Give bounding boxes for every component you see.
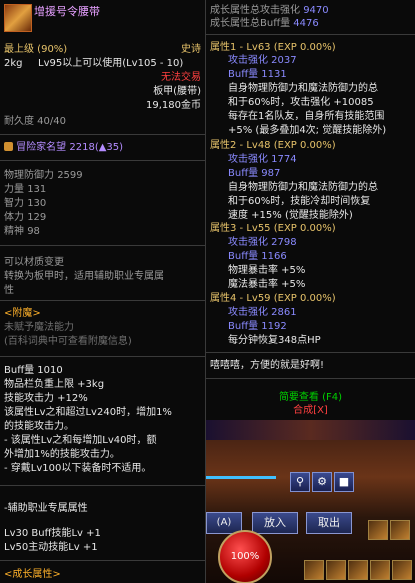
- attr-buff: Buff量 1131: [228, 69, 287, 80]
- stat-row: 体力 129: [4, 212, 47, 223]
- stat-row: 物理防御力 2599: [4, 170, 83, 181]
- enchant-line: 未赋予魔法能力: [4, 322, 74, 333]
- stat-row: 精神 98: [4, 226, 40, 237]
- enchant-title: <附魔>: [4, 308, 41, 319]
- skill-slot[interactable]: [390, 520, 410, 540]
- stat-row: 力量 131: [4, 184, 47, 195]
- brief-view-link[interactable]: 简要查看 (F4): [210, 391, 411, 404]
- attr-attack: 攻击强化 2037: [228, 55, 297, 66]
- fame-icon: [4, 142, 13, 151]
- attr-desc: 每分钟恢复348点HP: [228, 335, 321, 346]
- fame-value: 2218(▲35): [69, 142, 124, 153]
- attr-attack: 攻击强化 2798: [228, 237, 297, 248]
- transform-line: 转换为板甲时，适用辅助职业专属属: [4, 271, 164, 282]
- fame-row: 冒险家名望 2218(▲35): [4, 141, 201, 154]
- attr-desc: 和于60%时，攻击强化 +10085: [228, 97, 374, 108]
- item-rarity: 史诗: [181, 44, 201, 55]
- lock-icon[interactable]: ■: [334, 472, 354, 492]
- attr-desc: 物理暴击率 +5%: [228, 265, 306, 276]
- buff-line: 物品栏负重上限 +3kg: [4, 379, 105, 390]
- support-title: -辅助职业专属属性: [4, 503, 88, 514]
- skill-slot[interactable]: [370, 560, 390, 580]
- buff-line: - 该属性Lv之和每增加Lv40时，额: [4, 435, 157, 446]
- transform-line: 可以材质变更: [4, 257, 64, 268]
- total-buff-row: 成长属性总Buff量 4476: [210, 18, 319, 29]
- attr-desc: 每存在1名队友，自身所有技能范围: [228, 111, 385, 122]
- support-line: Lv30 Buff技能Lv +1: [4, 528, 101, 539]
- buff-line: 的技能攻击力。: [4, 421, 74, 432]
- gear-icon[interactable]: ⚙: [312, 472, 332, 492]
- put-in-button[interactable]: 放入: [252, 512, 298, 534]
- growth-footer: <成长属性>: [4, 569, 61, 580]
- belt-icon: [4, 4, 32, 32]
- attr-desc: 自身物理防御力和魔法防御力的总: [228, 182, 378, 193]
- buff-line: - 穿戴Lv100以下装备时不适用。: [4, 463, 152, 474]
- attr-desc: 魔法暴击率 +5%: [228, 279, 306, 290]
- item-type: 板甲(腰带): [153, 86, 201, 97]
- compose-link[interactable]: 合成[X]: [210, 404, 411, 417]
- buff-line: 外增加1%的技能攻击力。: [4, 449, 120, 460]
- durability: 耐久度 40/40: [4, 116, 66, 127]
- attr-title: 属性1 - Lv63 (EXP 0.00%): [210, 42, 336, 53]
- trade-status: 无法交易: [161, 72, 201, 83]
- attr-desc: +5% (最多叠加4次; 觉醒技能除外): [228, 125, 387, 136]
- skill-slot[interactable]: [348, 560, 368, 580]
- attr-attack: 攻击强化 1774: [228, 154, 297, 165]
- attr-desc: 速度 +15% (觉醒技能除外): [228, 210, 353, 221]
- skill-slot[interactable]: [326, 560, 346, 580]
- hp-orb: 100%: [218, 530, 272, 583]
- level-requirement: Lv95以上可以使用(Lv105 - 10): [38, 58, 184, 69]
- attr-desc: 自身物理防御力和魔法防御力的总: [228, 83, 378, 94]
- progress-bar: [206, 476, 276, 479]
- attr-title: 属性4 - Lv59 (EXP 0.00%): [210, 293, 336, 304]
- attr-title: 属性2 - Lv48 (EXP 0.00%): [210, 140, 336, 151]
- skill-slot[interactable]: [392, 560, 412, 580]
- skill-slot[interactable]: [368, 520, 388, 540]
- attr-title: 属性3 - Lv55 (EXP 0.00%): [210, 223, 336, 234]
- item-name: 增援号令腰带: [34, 5, 100, 18]
- transform-line: 性: [4, 285, 14, 296]
- item-price: 19,180金币: [146, 100, 201, 111]
- stat-row: 智力 130: [4, 198, 47, 209]
- buff-line: Buff量 1010: [4, 365, 63, 376]
- attr-buff: Buff量 1166: [228, 251, 287, 262]
- support-line: Lv50主动技能Lv +1: [4, 542, 98, 553]
- buff-line: 技能攻击力 +12%: [4, 393, 88, 404]
- buff-line: 该属性Lv之和超过Lv240时，增加1%: [4, 407, 172, 418]
- scene-banner: [206, 420, 415, 440]
- withdraw-button[interactable]: 取出: [306, 512, 352, 534]
- attr-desc: 和于60%时，技能冷却时间恢复: [228, 196, 371, 207]
- item-tooltip-right: 成长属性总攻击强化 9470 成长属性总Buff量 4476 属性1 - Lv6…: [206, 0, 415, 420]
- total-attack-row: 成长属性总攻击强化 9470: [210, 5, 329, 16]
- fame-label: 冒险家名望: [16, 142, 67, 153]
- game-viewport: ⚲ ⚙ ■ (A) 放入 取出 100%: [206, 420, 415, 583]
- attr-buff: Buff量 1192: [228, 321, 287, 332]
- search-icon[interactable]: ⚲: [290, 472, 310, 492]
- skill-slot[interactable]: [304, 560, 324, 580]
- attr-buff: Buff量 987: [228, 168, 281, 179]
- flavor-quote: 嘻嘻嘻，方便的就是好啊!: [210, 360, 325, 371]
- attr-attack: 攻击强化 2861: [228, 307, 297, 318]
- enchant-line: (百科词典中可查看附魔信息): [4, 336, 132, 347]
- item-tooltip-left: 增援号令腰带 最上级 (90%) 史诗 2kg Lv95以上可以使用(Lv105…: [0, 0, 206, 583]
